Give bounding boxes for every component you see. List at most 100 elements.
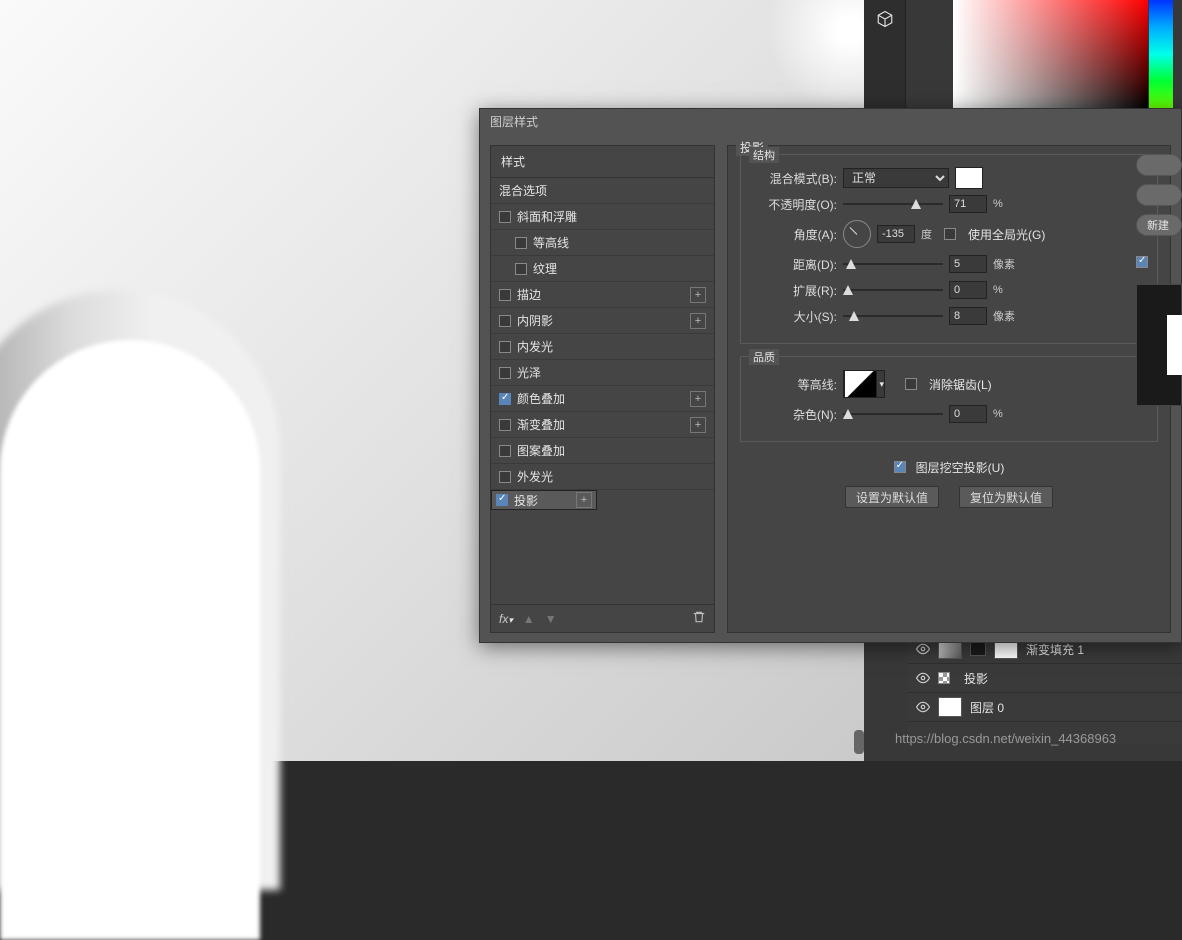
- style-item[interactable]: 内发光: [491, 334, 714, 360]
- spread-input[interactable]: [949, 281, 987, 299]
- style-item[interactable]: 斜面和浮雕: [491, 204, 714, 230]
- style-label: 图案叠加: [517, 442, 565, 459]
- size-slider[interactable]: [843, 309, 943, 323]
- angle-input[interactable]: [877, 225, 915, 243]
- style-item[interactable]: 图案叠加: [491, 438, 714, 464]
- style-item[interactable]: 内阴影 +: [491, 308, 714, 334]
- style-checkbox[interactable]: [499, 289, 511, 301]
- style-item[interactable]: 混合选项: [491, 178, 714, 204]
- hue-slider[interactable]: [1149, 0, 1173, 108]
- ok-button[interactable]: [1136, 154, 1182, 176]
- size-label: 大小(S):: [751, 308, 837, 325]
- style-label: 斜面和浮雕: [517, 208, 577, 225]
- layer-label: 图层 0: [970, 699, 1004, 716]
- cancel-button[interactable]: [1136, 184, 1182, 206]
- layer-thumb: [938, 697, 962, 717]
- settings-pane: 投影 结构 混合模式(B): 正常 不透明度(O): % 角度(A):: [727, 145, 1171, 633]
- arch-light: [0, 340, 260, 940]
- opacity-unit: %: [993, 198, 1003, 210]
- add-effect-icon[interactable]: +: [576, 492, 592, 508]
- make-default-button[interactable]: 设置为默认值: [845, 486, 939, 508]
- anti-alias-checkbox[interactable]: [905, 378, 917, 390]
- style-checkbox[interactable]: [499, 393, 511, 405]
- layer-row-shadow[interactable]: 投影: [908, 664, 1182, 693]
- reset-default-button[interactable]: 复位为默认值: [959, 486, 1053, 508]
- contour-preview: [844, 370, 877, 398]
- add-effect-icon[interactable]: +: [690, 287, 706, 303]
- knockout-checkbox[interactable]: [894, 461, 906, 473]
- color-picker[interactable]: [953, 0, 1148, 108]
- style-label: 外发光: [517, 468, 553, 485]
- anti-alias-label: 消除锯齿(L): [929, 376, 992, 393]
- layer-row-base[interactable]: 图层 0: [908, 693, 1182, 722]
- style-label: 颜色叠加: [517, 390, 565, 407]
- style-item[interactable]: 投影 +: [491, 490, 597, 510]
- up-icon[interactable]: ▲: [523, 612, 535, 626]
- spread-slider[interactable]: [843, 283, 943, 297]
- style-item[interactable]: 颜色叠加 +: [491, 386, 714, 412]
- style-checkbox[interactable]: [499, 471, 511, 483]
- style-label: 渐变叠加: [517, 416, 565, 433]
- eye-icon[interactable]: [916, 700, 930, 714]
- style-label: 投影: [514, 492, 538, 509]
- cube-icon[interactable]: [876, 10, 894, 28]
- style-label: 描边: [517, 286, 541, 303]
- distance-input[interactable]: [949, 255, 987, 273]
- style-item[interactable]: 外发光: [491, 464, 714, 490]
- style-checkbox[interactable]: [499, 367, 511, 379]
- opacity-label: 不透明度(O):: [751, 196, 837, 213]
- style-checkbox[interactable]: [499, 341, 511, 353]
- noise-slider[interactable]: [843, 407, 943, 421]
- eye-icon[interactable]: [916, 671, 930, 685]
- style-item[interactable]: 纹理: [491, 256, 714, 282]
- add-effect-icon[interactable]: +: [690, 417, 706, 433]
- styles-footer: fx▾ ▲ ▼: [491, 604, 714, 632]
- knockout-label: 图层挖空投影(U): [916, 459, 1005, 476]
- tool-column: [864, 0, 906, 118]
- style-item[interactable]: 描边 +: [491, 282, 714, 308]
- distance-unit: 像素: [993, 256, 1015, 272]
- new-style-button[interactable]: 新建: [1136, 214, 1182, 236]
- layer-label: 投影: [964, 670, 988, 687]
- fx-icon[interactable]: fx▾: [499, 612, 513, 626]
- style-checkbox[interactable]: [499, 211, 511, 223]
- style-label: 内阴影: [517, 312, 553, 329]
- color-swatch[interactable]: [955, 167, 983, 189]
- add-effect-icon[interactable]: +: [690, 391, 706, 407]
- layer-thumb: [938, 672, 950, 684]
- noise-input[interactable]: [949, 405, 987, 423]
- blend-mode-label: 混合模式(B):: [751, 170, 837, 187]
- structure-fieldset: 结构 混合模式(B): 正常 不透明度(O): % 角度(A): 度: [740, 154, 1158, 344]
- size-input[interactable]: [949, 307, 987, 325]
- opacity-input[interactable]: [949, 195, 987, 213]
- distance-slider[interactable]: [843, 257, 943, 271]
- distance-label: 距离(D):: [751, 256, 837, 273]
- style-item[interactable]: 光泽: [491, 360, 714, 386]
- eye-icon[interactable]: [916, 642, 930, 656]
- style-checkbox[interactable]: [515, 237, 527, 249]
- layer-label: 渐变填充 1: [1026, 641, 1084, 658]
- opacity-slider[interactable]: [843, 197, 943, 211]
- style-checkbox[interactable]: [515, 263, 527, 275]
- style-checkbox[interactable]: [499, 445, 511, 457]
- preview-checkbox[interactable]: [1136, 256, 1148, 268]
- contour-select[interactable]: ▾: [843, 370, 885, 398]
- blend-mode-select[interactable]: 正常: [843, 168, 949, 188]
- canvas-scrollbar[interactable]: [854, 730, 864, 754]
- size-unit: 像素: [993, 308, 1015, 324]
- angle-unit: 度: [921, 226, 932, 242]
- style-checkbox[interactable]: [499, 419, 511, 431]
- style-label: 纹理: [533, 260, 557, 277]
- trash-icon[interactable]: [692, 610, 706, 627]
- down-icon[interactable]: ▼: [545, 612, 557, 626]
- style-preview: [1136, 284, 1182, 406]
- global-light-label: 使用全局光(G): [968, 226, 1045, 243]
- style-checkbox[interactable]: [499, 315, 511, 327]
- style-item[interactable]: 等高线: [491, 230, 714, 256]
- style-checkbox[interactable]: [496, 494, 508, 506]
- add-effect-icon[interactable]: +: [690, 313, 706, 329]
- spread-unit: %: [993, 284, 1003, 296]
- global-light-checkbox[interactable]: [944, 228, 956, 240]
- angle-wheel[interactable]: [843, 220, 871, 248]
- style-item[interactable]: 渐变叠加 +: [491, 412, 714, 438]
